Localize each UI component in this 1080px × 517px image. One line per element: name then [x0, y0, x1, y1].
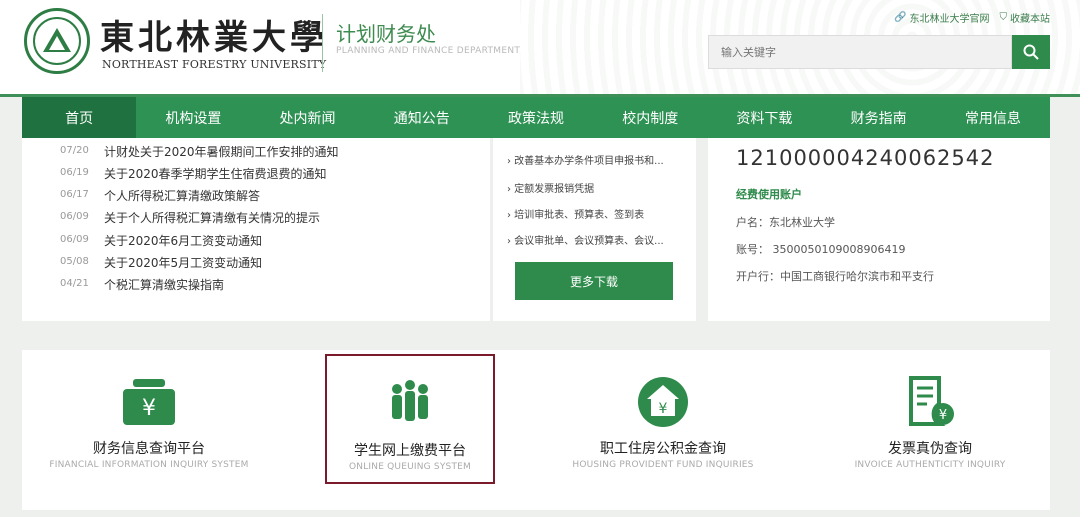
svg-text:¥: ¥ [659, 401, 668, 417]
account-number: 账号： 3500050109008906419 [736, 243, 906, 256]
news-date: 06/09 [60, 211, 89, 222]
downloads-panel: › 改善基本办学条件项目申报书和... › 定额发票报销凭据 › 培训审批表、预… [492, 138, 696, 321]
list-item[interactable]: 05/08 关于2020年5月工资变动通知 [60, 254, 262, 271]
list-item[interactable]: 06/09 关于个人所得税汇算清缴有关情况的提示 [60, 209, 320, 226]
main-nav: 首页 机构设置 处内新闻 通知公告 政策法规 校内制度 资料下载 财务指南 常用… [22, 97, 1050, 138]
news-date: 06/19 [60, 167, 89, 178]
download-item[interactable]: › 会议审批单、会议预算表、会议... [507, 232, 664, 247]
news-date: 04/21 [60, 278, 89, 289]
nav-organization[interactable]: 机构设置 [136, 97, 250, 138]
nav-finance-guide[interactable]: 财务指南 [822, 97, 936, 138]
download-item[interactable]: › 定额发票报销凭据 [507, 180, 594, 195]
download-item[interactable]: › 培训审批表、预算表、签到表 [507, 206, 644, 221]
nav-policies[interactable]: 政策法规 [479, 97, 593, 138]
account-bank: 开户行：中国工商银行哈尔滨市和平支行 [736, 270, 934, 283]
svg-text:¥: ¥ [142, 396, 156, 421]
search-icon [1023, 44, 1039, 60]
university-name-cn[interactable]: 東北林業大學 [100, 10, 328, 59]
bookmark-link[interactable]: ⛉ 收藏本站 [1000, 10, 1051, 25]
search-input[interactable] [708, 35, 1012, 69]
list-item[interactable]: 06/17 个人所得税汇算清缴政策解答 [60, 187, 260, 204]
invoice-yen-icon: ¥ [900, 374, 960, 430]
service-tile-financial-query[interactable]: ¥ 财务信息查询平台 FINANCIAL INFORMATION INQUIRY… [49, 354, 249, 484]
news-title[interactable]: 关于个人所得税汇算清缴有关情况的提示 [104, 209, 320, 226]
people-group-icon [380, 376, 440, 432]
news-list-panel: 07/20 计财处关于2020年暑假期间工作安排的通知 06/19 关于2020… [22, 138, 490, 321]
wallet-yen-icon: ¥ [119, 374, 179, 430]
account-number-large: 121000004240062542 [736, 146, 995, 170]
svg-text:¥: ¥ [939, 408, 947, 423]
news-title[interactable]: 计财处关于2020年暑假期间工作安排的通知 [104, 143, 339, 160]
nav-dept-news[interactable]: 处内新闻 [250, 97, 364, 138]
nav-common-info[interactable]: 常用信息 [936, 97, 1050, 138]
more-downloads-button[interactable]: 更多下载 [515, 262, 673, 300]
news-title[interactable]: 个税汇算清缴实操指南 [104, 276, 224, 293]
list-item[interactable]: 07/20 计财处关于2020年暑假期间工作安排的通知 [60, 143, 339, 160]
list-item[interactable]: 06/19 关于2020春季学期学生住宿费退费的通知 [60, 165, 327, 182]
department-name-cn: 计划财务处 [336, 22, 436, 46]
search-button[interactable] [1012, 35, 1050, 69]
search-bar [708, 35, 1050, 69]
service-title: 职工住房公积金查询 [600, 441, 726, 457]
download-item[interactable]: › 改善基本办学条件项目申报书和... [507, 152, 664, 167]
site-header: 東北林業大學 NORTHEAST FORESTRY UNIVERSITY 计划财… [0, 0, 1080, 97]
top-links: 🔗 东北林业大学官网 ⛉ 收藏本站 [894, 10, 1050, 25]
news-title[interactable]: 关于2020年5月工资变动通知 [104, 254, 262, 271]
link-icon: 🔗 [894, 12, 907, 23]
service-tile-student-payment[interactable]: 学生网上缴费平台 ONLINE QUEUING SYSTEM [325, 354, 495, 484]
header-divider [322, 14, 323, 72]
university-seal-logo[interactable] [24, 8, 90, 74]
list-item[interactable]: 04/21 个税汇算清缴实操指南 [60, 276, 224, 293]
service-title: 学生网上缴费平台 [354, 443, 466, 459]
university-name-en: NORTHEAST FORESTRY UNIVERSITY [102, 58, 327, 71]
service-tiles: ¥ 财务信息查询平台 FINANCIAL INFORMATION INQUIRY… [22, 350, 1050, 510]
news-date: 07/20 [60, 145, 89, 156]
service-title: 发票真伪查询 [888, 441, 972, 457]
list-item[interactable]: 06/09 关于2020年6月工资变动通知 [60, 232, 262, 249]
news-title[interactable]: 关于2020年6月工资变动通知 [104, 232, 262, 249]
news-date: 06/17 [60, 189, 89, 200]
house-yen-icon: ¥ [633, 374, 693, 430]
nav-notices[interactable]: 通知公告 [365, 97, 479, 138]
service-tile-housing-fund[interactable]: ¥ 职工住房公积金查询 HOUSING PROVIDENT FUND INQUI… [563, 354, 763, 484]
service-tile-invoice-check[interactable]: ¥ 发票真伪查询 INVOICE AUTHENTICITY INQUIRY [830, 354, 1030, 484]
news-date: 05/08 [60, 256, 89, 267]
tree-icon [43, 28, 71, 52]
nav-regulations[interactable]: 校内制度 [593, 97, 707, 138]
account-holder: 户名：东北林业大学 [736, 216, 835, 229]
news-date: 06/09 [60, 234, 89, 245]
account-info-panel: 121000004240062542 经费使用账户 户名：东北林业大学 账号： … [708, 138, 1050, 321]
news-title[interactable]: 个人所得税汇算清缴政策解答 [104, 187, 260, 204]
service-title: 财务信息查询平台 [93, 441, 205, 457]
nav-home[interactable]: 首页 [22, 97, 137, 138]
service-subtitle: FINANCIAL INFORMATION INQUIRY SYSTEM [49, 460, 249, 470]
bookmark-icon: ⛉ [999, 12, 1008, 23]
account-section-title: 经费使用账户 [736, 188, 802, 201]
service-subtitle: INVOICE AUTHENTICITY INQUIRY [854, 460, 1006, 470]
department-name-en: PLANNING AND FINANCE DEPARTMENT [336, 46, 521, 56]
service-subtitle: ONLINE QUEUING SYSTEM [348, 462, 471, 472]
service-subtitle: HOUSING PROVIDENT FUND INQUIRIES [572, 460, 754, 470]
official-site-link[interactable]: 🔗 东北林业大学官网 [894, 10, 989, 25]
nav-downloads[interactable]: 资料下载 [707, 97, 821, 138]
news-title[interactable]: 关于2020春季学期学生住宿费退费的通知 [104, 165, 327, 182]
